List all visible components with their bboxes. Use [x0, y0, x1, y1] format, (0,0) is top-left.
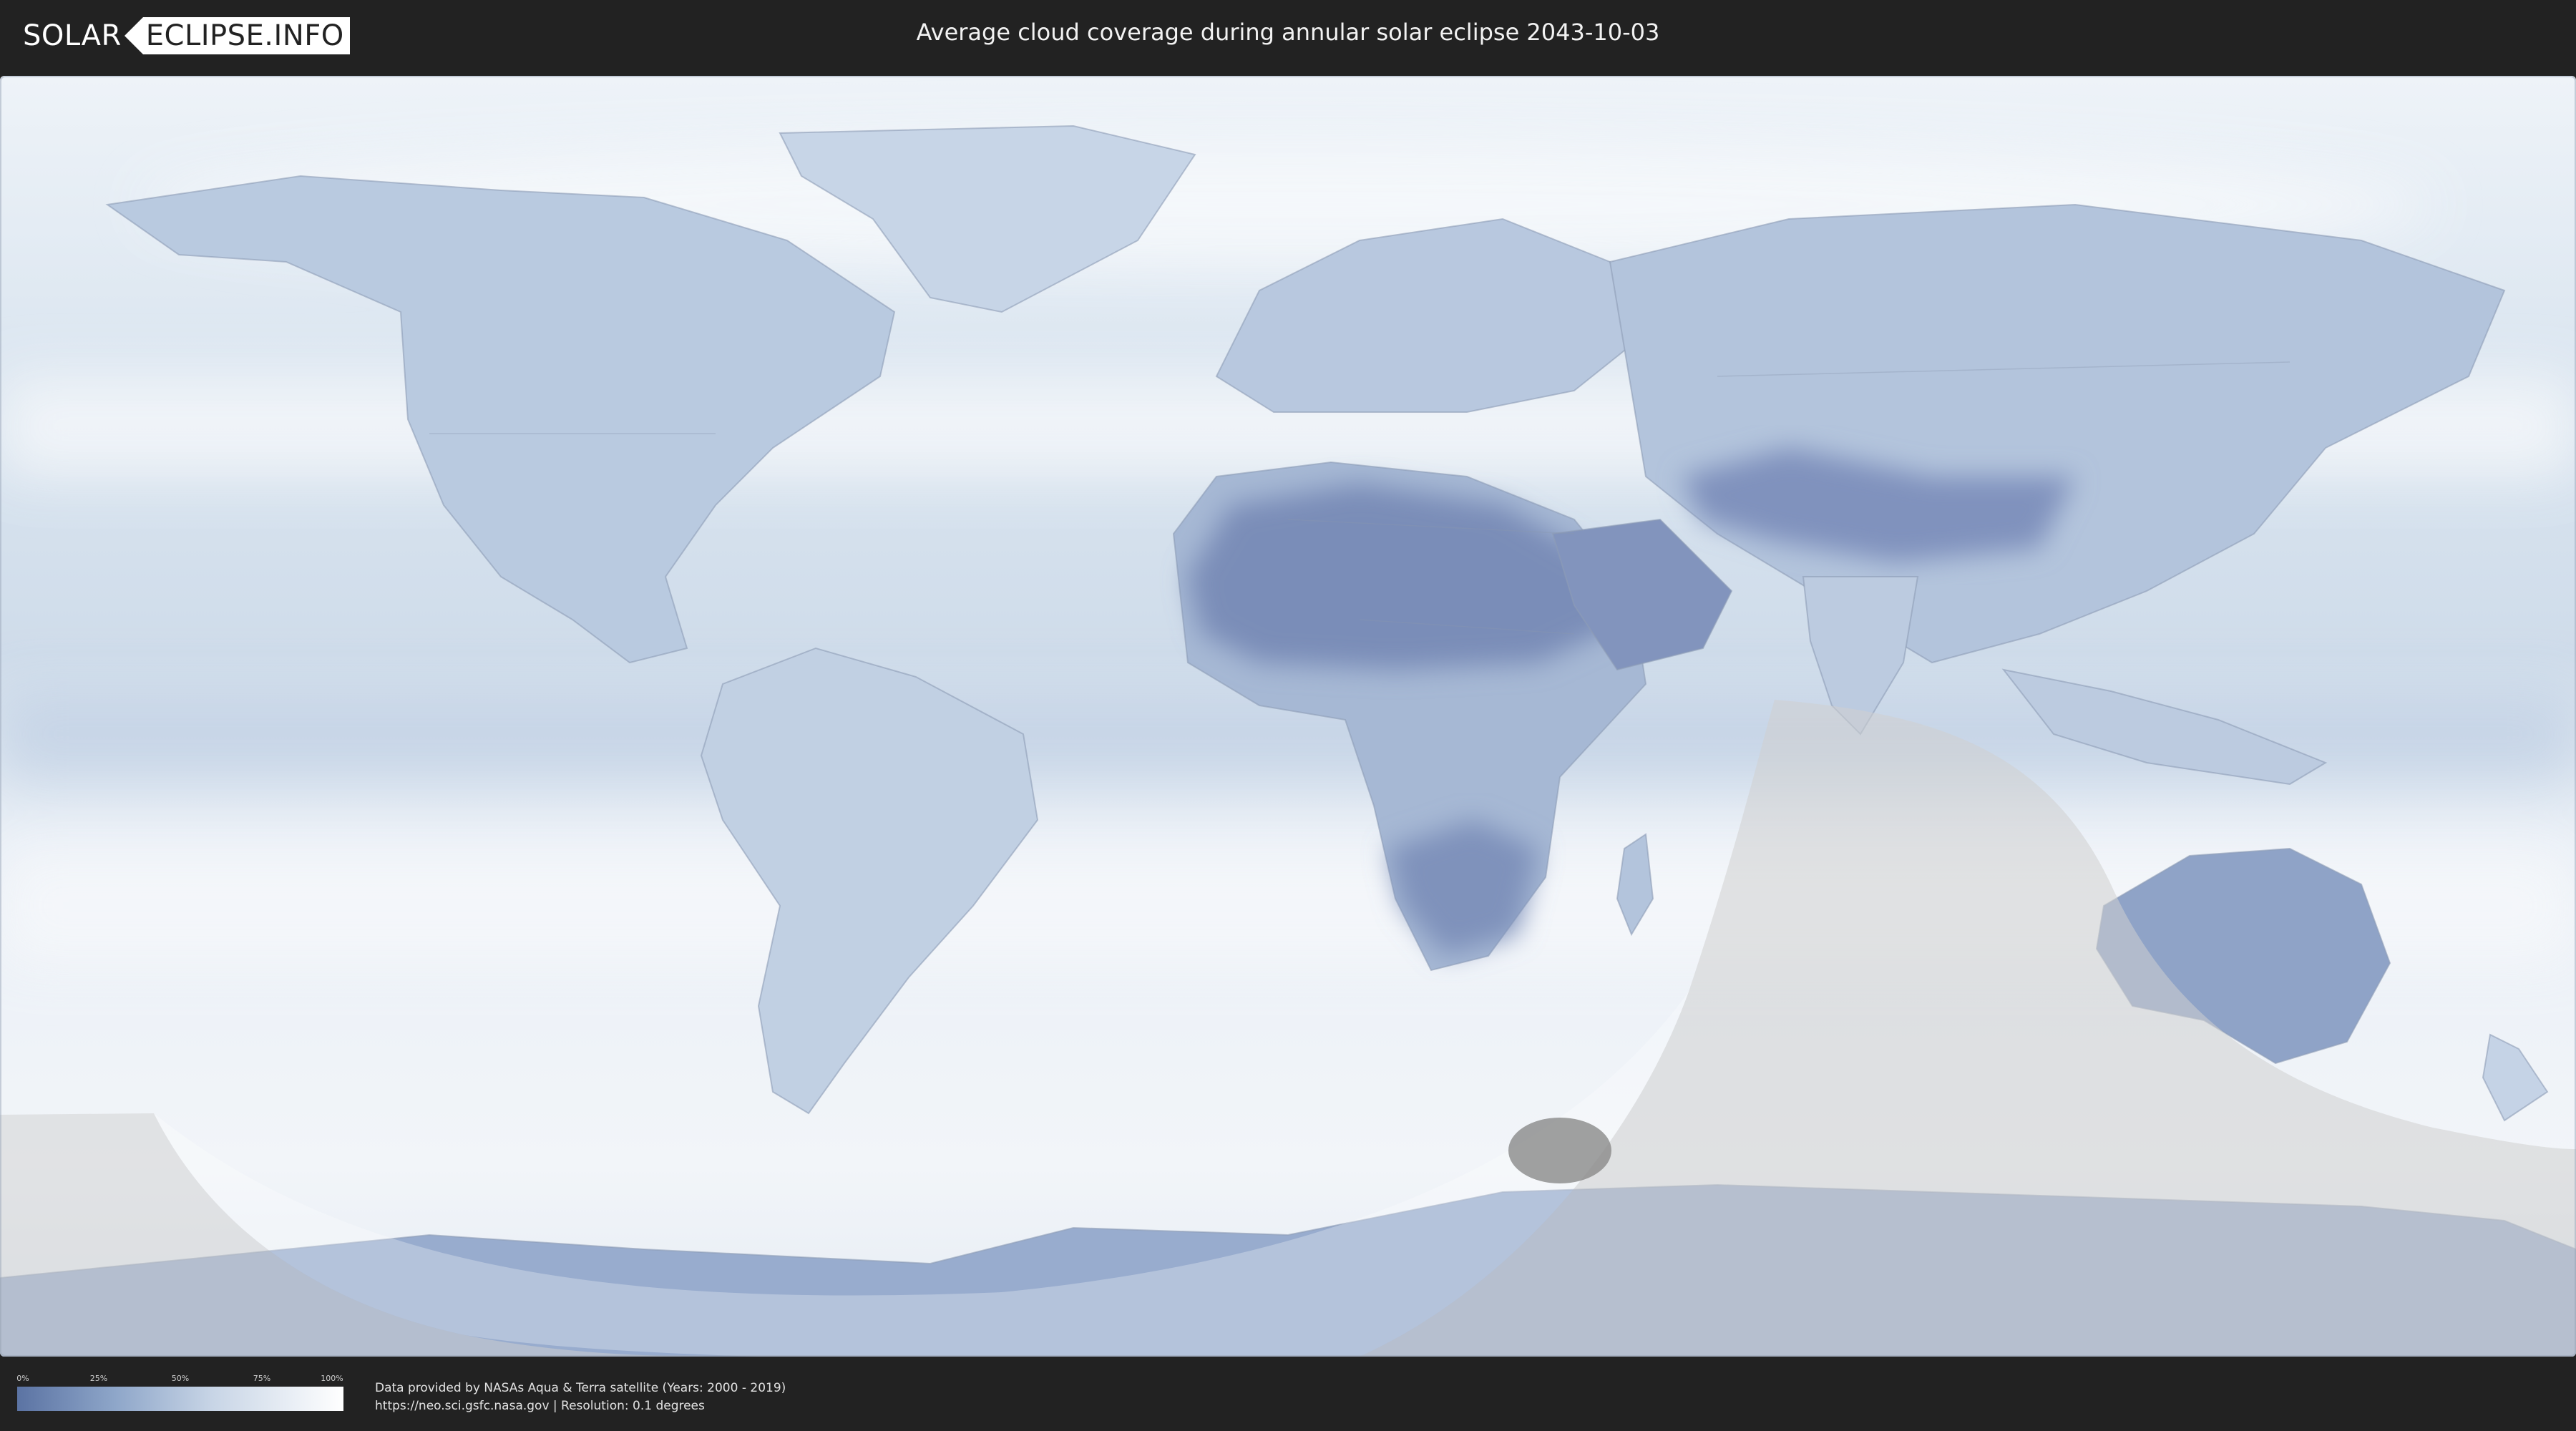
credits-source: Data provided by NASAs Aqua & Terra sate…: [375, 1381, 786, 1395]
legend-tick-100: 100%: [321, 1374, 343, 1383]
legend-tick-0: 0%: [16, 1374, 29, 1383]
legend-tick-25: 25%: [89, 1374, 108, 1383]
legend-gradient-bar: [17, 1387, 343, 1411]
cloud-coverage-legend: 0% 25% 50% 75% 100%: [16, 1374, 343, 1411]
credits-url[interactable]: https://neo.sci.gsfc.nasa.gov | Resoluti…: [375, 1397, 786, 1415]
legend-ticks: 0% 25% 50% 75% 100%: [16, 1374, 343, 1387]
page-title: Average cloud coverage during annular so…: [916, 19, 1660, 46]
legend-tick-75: 75%: [253, 1374, 271, 1383]
footer: 0% 25% 50% 75% 100% Data provided by NAS…: [0, 1359, 2576, 1431]
antumbra: [1508, 1118, 1611, 1183]
cloud-coverage-map[interactable]: [0, 76, 2576, 1357]
legend-tick-50: 50%: [171, 1374, 190, 1383]
data-credits: Data provided by NASAs Aqua & Terra sate…: [375, 1379, 786, 1415]
header: SOLAR ECLIPSE.INFO Average cloud coverag…: [0, 0, 2576, 72]
